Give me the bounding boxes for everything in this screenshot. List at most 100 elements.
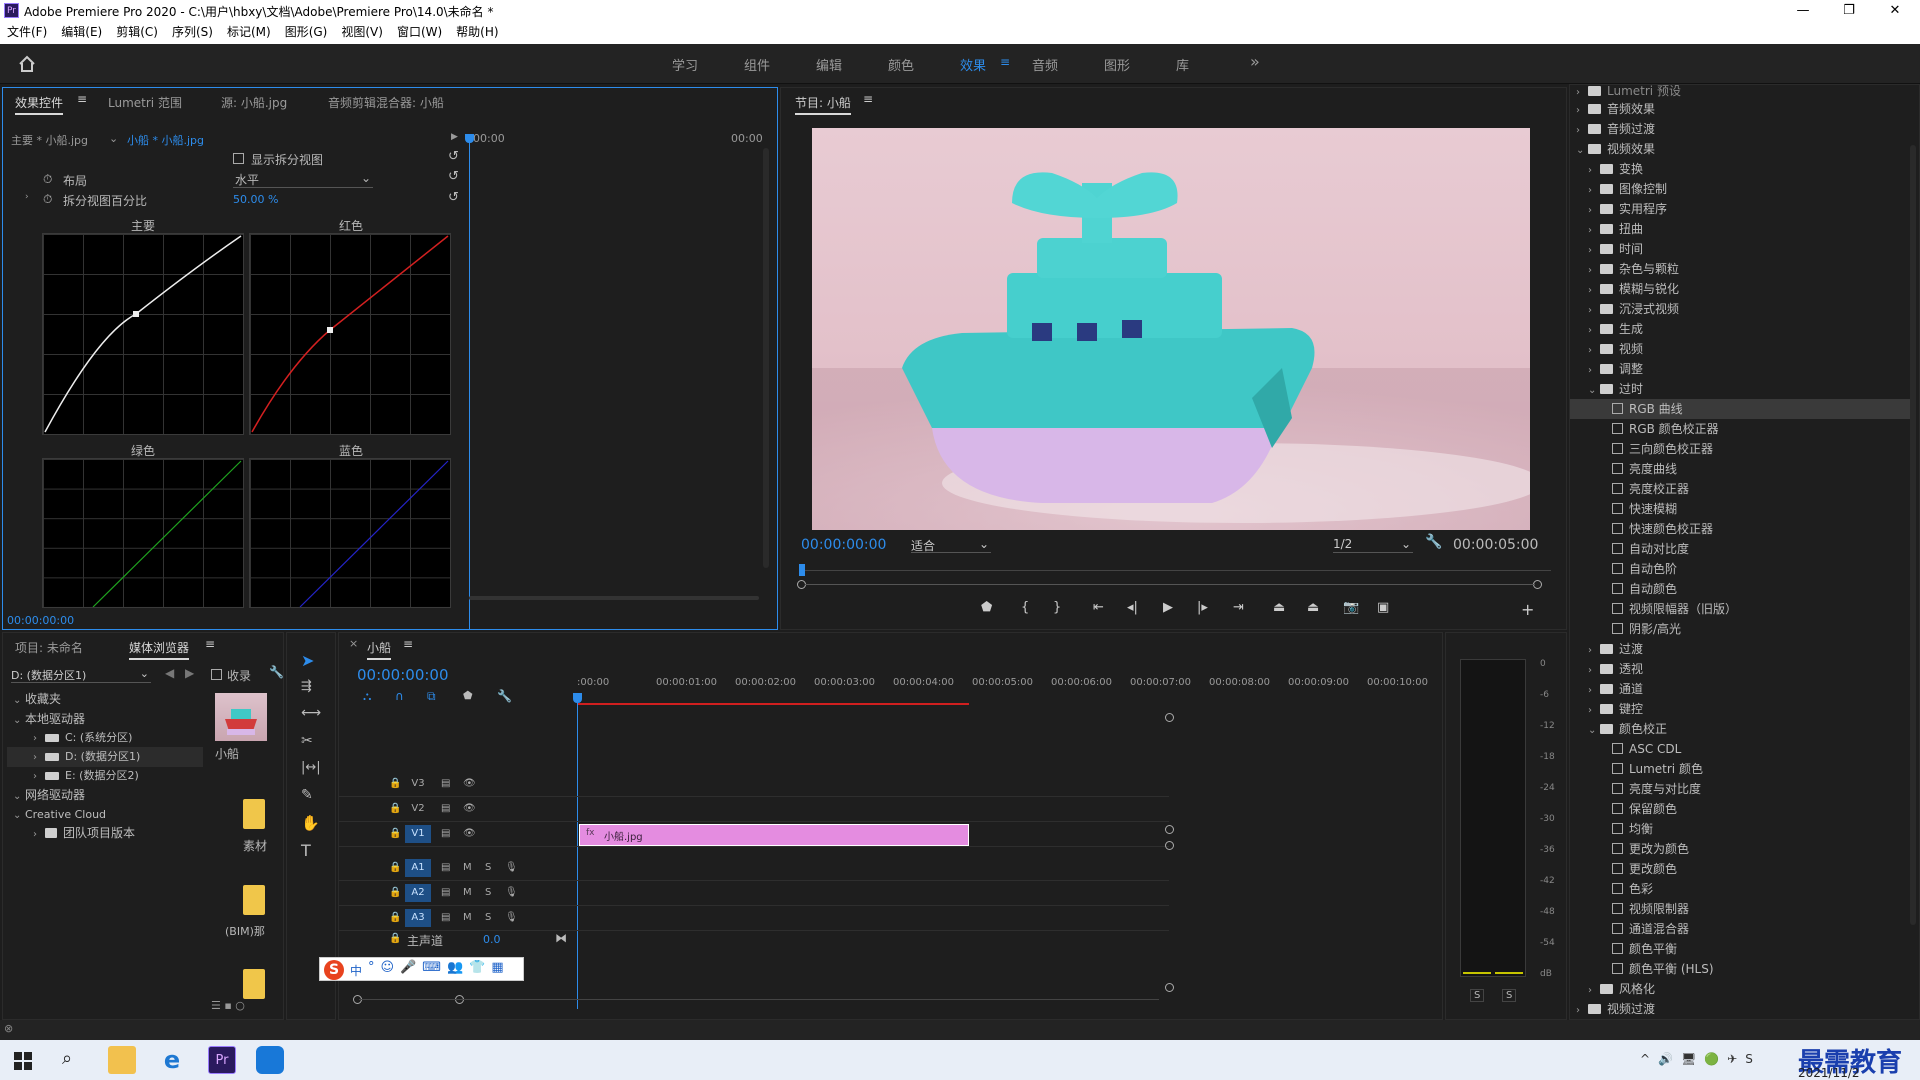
export-frame-icon[interactable]: 📷 bbox=[1343, 600, 1359, 615]
lift-icon[interactable]: ⏏ bbox=[1273, 600, 1285, 615]
ec-scrollbar[interactable] bbox=[763, 148, 769, 568]
h-zoom-bar[interactable] bbox=[359, 999, 1159, 1000]
nav-back-icon[interactable]: ◀ bbox=[165, 666, 174, 680]
effects-item-44[interactable]: › 风格化 bbox=[1570, 979, 1910, 999]
stopwatch-icon[interactable]: ⏱ bbox=[43, 172, 52, 187]
folder-icon[interactable] bbox=[243, 799, 265, 829]
ripple-edit-tool-icon[interactable]: ⟷ bbox=[301, 705, 321, 721]
step-back-icon[interactable]: ◂| bbox=[1127, 600, 1138, 615]
tab-sequence[interactable]: 小船 bbox=[367, 639, 392, 660]
thumb-boat[interactable] bbox=[215, 693, 267, 741]
ws-libraries[interactable]: 库 bbox=[1176, 55, 1189, 74]
effects-item-45[interactable]: › 视频过渡 bbox=[1570, 999, 1910, 1019]
effects-item-41[interactable]: 通道混合器 bbox=[1570, 919, 1910, 939]
menu-help[interactable]: 帮助(H) bbox=[449, 22, 505, 42]
lock-icon[interactable]: 🔒 bbox=[389, 862, 401, 873]
track-target-V2[interactable]: V2 bbox=[405, 800, 431, 818]
v-zoom-handle[interactable] bbox=[1165, 713, 1174, 722]
effects-item-21[interactable]: 快速颜色校正器 bbox=[1570, 519, 1910, 539]
reset-icon[interactable]: ↺ bbox=[448, 169, 459, 184]
effects-item-28[interactable]: › 透视 bbox=[1570, 659, 1910, 679]
menu-clip[interactable]: 剪辑(C) bbox=[109, 22, 165, 42]
toggle-sync-lock-icon[interactable]: ▤ bbox=[441, 887, 450, 898]
panel-menu-icon[interactable]: ≡ bbox=[863, 92, 873, 106]
effects-item-32[interactable]: ASC CDL bbox=[1570, 739, 1910, 759]
add-marker-icon[interactable]: ⬟ bbox=[463, 689, 473, 702]
effects-top-partial[interactable]: › Lumetri 预设 bbox=[1576, 81, 1681, 101]
eye-icon[interactable]: 👁 bbox=[463, 828, 476, 839]
menu-sequence[interactable]: 序列(S) bbox=[165, 22, 220, 42]
nest-icon[interactable]: ⛬ bbox=[363, 689, 371, 704]
tree-team-projects[interactable]: › 团队项目版本 bbox=[33, 823, 135, 843]
effects-item-25[interactable]: 视频限幅器（旧版） bbox=[1570, 599, 1910, 619]
effects-item-35[interactable]: 保留颜色 bbox=[1570, 799, 1910, 819]
effects-item-27[interactable]: › 过渡 bbox=[1570, 639, 1910, 659]
toggle-sync-lock-icon[interactable]: ▤ bbox=[441, 778, 450, 789]
pen-tool-icon[interactable]: ✎ bbox=[301, 787, 313, 803]
ec-playhead-handle[interactable] bbox=[465, 134, 474, 143]
program-playhead[interactable] bbox=[799, 564, 805, 576]
effects-item-38[interactable]: 更改颜色 bbox=[1570, 859, 1910, 879]
tab-source[interactable]: 源: 小船.jpg bbox=[221, 94, 287, 111]
effects-item-0[interactable]: › 音频效果 bbox=[1570, 99, 1910, 119]
effects-item-3[interactable]: › 变换 bbox=[1570, 159, 1910, 179]
wrench-icon[interactable]: 🔧 bbox=[1425, 534, 1442, 550]
premiere-taskbar-icon[interactable]: Pr bbox=[208, 1046, 236, 1074]
track-target-V1[interactable]: V1 bbox=[405, 825, 431, 843]
effects-item-37[interactable]: 更改为颜色 bbox=[1570, 839, 1910, 859]
close-tab-icon[interactable]: × bbox=[349, 637, 358, 650]
track-target-V3[interactable]: V3 bbox=[405, 775, 431, 793]
fit-dropdown[interactable]: 适合 ⌄ bbox=[911, 537, 991, 553]
maximize-button[interactable]: ❐ bbox=[1826, 0, 1872, 22]
effects-item-26[interactable]: 阴影/高光 bbox=[1570, 619, 1910, 639]
toggle-sync-lock-icon[interactable]: ▤ bbox=[441, 828, 450, 839]
effects-item-17[interactable]: 三向颜色校正器 bbox=[1570, 439, 1910, 459]
effects-item-2[interactable]: ⌄ 视频效果 bbox=[1570, 139, 1910, 159]
tree-network-drives[interactable]: ⌄ 网络驱动器 bbox=[13, 785, 85, 805]
effects-item-4[interactable]: › 图像控制 bbox=[1570, 179, 1910, 199]
nav-forward-icon[interactable]: ▶ bbox=[185, 666, 194, 680]
program-timecode[interactable]: 00:00:00:00 bbox=[801, 537, 886, 553]
expand-arrow-icon[interactable]: ▶ bbox=[451, 132, 458, 142]
extract-icon[interactable]: ⏏ bbox=[1307, 600, 1319, 615]
lock-icon[interactable]: 🔒 bbox=[389, 912, 401, 923]
tree-drive-e[interactable]: › E: (数据分区2) bbox=[33, 766, 139, 786]
slip-tool-icon[interactable]: |↔| bbox=[301, 760, 321, 775]
effects-item-9[interactable]: › 模糊与锐化 bbox=[1570, 279, 1910, 299]
track-select-tool-icon[interactable]: ⇶ bbox=[301, 679, 312, 694]
step-forward-icon[interactable]: |▸ bbox=[1197, 600, 1208, 615]
layout-dropdown[interactable]: 水平 ⌄ bbox=[233, 171, 373, 188]
ec-timecode[interactable]: 00:00:00:00 bbox=[7, 614, 74, 627]
lock-icon[interactable]: 🔒 bbox=[389, 803, 401, 814]
mark-out-icon[interactable]: } bbox=[1053, 600, 1061, 615]
clip-boat[interactable]: fx 小船.jpg bbox=[579, 824, 969, 846]
curve-graph-blue[interactable] bbox=[249, 458, 451, 608]
windows-start-icon[interactable] bbox=[14, 1052, 32, 1070]
lock-icon[interactable]: 🔒 bbox=[389, 828, 401, 839]
tab-lumetri-scopes[interactable]: Lumetri 范围 bbox=[108, 94, 182, 111]
tray-icons[interactable]: ^🔊🖥🟢✈S bbox=[1640, 1052, 1761, 1066]
expand-arrow-icon[interactable]: › bbox=[25, 192, 29, 202]
ws-color[interactable]: 颜色 bbox=[888, 55, 914, 74]
effects-item-30[interactable]: › 键控 bbox=[1570, 699, 1910, 719]
effects-item-23[interactable]: 自动色阶 bbox=[1570, 559, 1910, 579]
close-button[interactable]: ✕ bbox=[1872, 0, 1918, 22]
app-taskbar-icon[interactable] bbox=[256, 1046, 284, 1074]
effects-item-1[interactable]: › 音频过渡 bbox=[1570, 119, 1910, 139]
tab-project[interactable]: 项目: 未命名 bbox=[15, 639, 83, 656]
effects-item-34[interactable]: 亮度与对比度 bbox=[1570, 779, 1910, 799]
panel-menu-icon[interactable]: ≡ bbox=[403, 637, 413, 651]
list-view-icon[interactable]: ☰ ▪ ○ bbox=[211, 999, 245, 1012]
ime-toolbar[interactable]: S 中 °☺🎤⌨👥👕▦ bbox=[319, 957, 524, 981]
reset-icon[interactable]: ↺ bbox=[448, 190, 459, 205]
effects-item-18[interactable]: 亮度曲线 bbox=[1570, 459, 1910, 479]
effects-item-40[interactable]: 视频限制器 bbox=[1570, 899, 1910, 919]
resolution-dropdown[interactable]: 1/2 ⌄ bbox=[1333, 537, 1413, 553]
voiceover-icon[interactable]: 🎙 bbox=[505, 912, 518, 923]
ec-playhead[interactable] bbox=[469, 140, 470, 630]
tab-effect-controls[interactable]: 效果控件 bbox=[15, 94, 64, 115]
voiceover-icon[interactable]: 🎙 bbox=[505, 887, 518, 898]
effects-item-6[interactable]: › 扭曲 bbox=[1570, 219, 1910, 239]
play-icon[interactable]: ▶ bbox=[1163, 600, 1173, 615]
go-to-in-icon[interactable]: ⇤ bbox=[1093, 600, 1104, 615]
